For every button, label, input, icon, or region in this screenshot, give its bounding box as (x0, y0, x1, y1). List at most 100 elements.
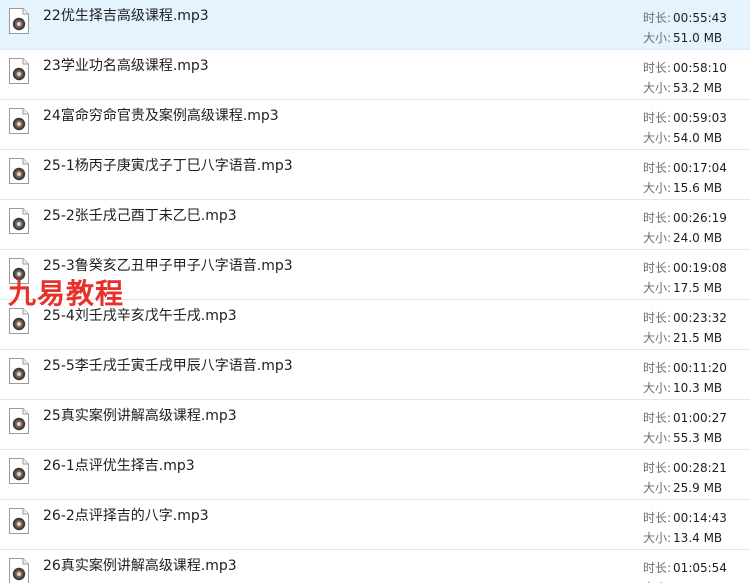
file-name: 22优生择吉高级课程.mp3 (43, 8, 209, 24)
file-size: 大小: 54.0 MB (643, 129, 722, 146)
size-value: 15.6 MB (673, 181, 723, 195)
file-size: 大小: 51.0 MB (643, 29, 722, 46)
file-row[interactable]: 25-4刘壬戌辛亥戊午壬戌.mp3 时长: 00:23:32 大小: 21.5 MB (0, 300, 750, 350)
duration-label: 时长: (643, 161, 672, 175)
size-label: 大小: (643, 81, 672, 95)
file-duration: 时长: 01:00:27 (643, 409, 727, 426)
duration-value: 00:14:43 (673, 511, 727, 525)
duration-value: 01:05:54 (673, 561, 727, 575)
duration-label: 时长: (643, 61, 672, 75)
file-name: 26-2点评择吉的八字.mp3 (43, 508, 209, 524)
file-name: 25-5李壬戌壬寅壬戌甲辰八字语音.mp3 (43, 358, 293, 374)
file-duration: 时长: 00:55:43 (643, 9, 727, 26)
duration-value: 00:23:32 (673, 311, 727, 325)
file-row[interactable]: 25真实案例讲解高级课程.mp3 时长: 01:00:27 大小: 55.3 MB (0, 400, 750, 450)
file-size: 大小: 25.9 MB (643, 479, 722, 496)
audio-file-icon (9, 108, 29, 134)
audio-file-icon (9, 458, 29, 484)
size-label: 大小: (643, 531, 672, 545)
size-value: 21.5 MB (673, 331, 723, 345)
file-name: 26真实案例讲解高级课程.mp3 (43, 558, 237, 574)
size-label: 大小: (643, 481, 672, 495)
size-label: 大小: (643, 431, 672, 445)
duration-value: 00:55:43 (673, 11, 727, 25)
audio-file-icon (9, 258, 29, 284)
file-size: 大小: 55.3 MB (643, 429, 722, 446)
duration-value: 00:19:08 (673, 261, 727, 275)
file-size: 大小: 10.3 MB (643, 379, 722, 396)
file-duration: 时长: 00:11:20 (643, 359, 727, 376)
duration-value: 00:26:19 (673, 211, 727, 225)
file-duration: 时长: 00:14:43 (643, 509, 727, 526)
size-value: 17.5 MB (673, 281, 723, 295)
duration-value: 00:58:10 (673, 61, 727, 75)
size-value: 25.9 MB (673, 481, 723, 495)
duration-label: 时长: (643, 511, 672, 525)
size-label: 大小: (643, 131, 672, 145)
file-size: 大小: (643, 579, 673, 583)
file-row[interactable]: 26真实案例讲解高级课程.mp3 时长:01:05:54 大小: (0, 550, 750, 583)
audio-file-icon (9, 58, 29, 84)
size-label: 大小: (643, 181, 672, 195)
duration-value: 01:00:27 (673, 411, 727, 425)
size-label: 大小: (643, 281, 672, 295)
file-name: 24富命穷命官贵及案例高级课程.mp3 (43, 108, 279, 124)
file-row[interactable]: 23学业功名高级课程.mp3 时长: 00:58:10 大小: 53.2 MB (0, 50, 750, 100)
file-name: 26-1点评优生择吉.mp3 (43, 458, 195, 474)
file-duration: 时长: 01:05:54 (643, 559, 727, 576)
size-value: 54.0 MB (673, 131, 723, 145)
duration-value: 00:59:03 (673, 111, 727, 125)
file-row[interactable]: 26-2点评择吉的八字.mp3 时长: 00:14:43 大小: 13.4 MB (0, 500, 750, 550)
file-duration: 时长: 00:23:32 (643, 309, 727, 326)
file-row[interactable]: 25-3鲁癸亥乙丑甲子甲子八字语音.mp3 时长: 00:19:08 大小: 17.… (0, 250, 750, 300)
audio-file-icon (9, 558, 29, 583)
file-duration: 时长: 00:28:21 (643, 459, 727, 476)
file-name: 25-1杨丙子庚寅戊子丁巳八字语音.mp3 (43, 158, 293, 174)
audio-file-icon (9, 308, 29, 334)
size-label: 大小: (643, 331, 672, 345)
duration-label: 时长: (643, 211, 672, 225)
audio-file-icon (9, 408, 29, 434)
file-row[interactable]: 22优生择吉高级课程.mp3 时长: 00:55:43 大小: 51.0 MB (0, 0, 750, 50)
file-duration: 时长: 00:26:19 (643, 209, 727, 226)
file-duration: 时长: 00:58:10 (643, 59, 727, 76)
file-size: 大小: 15.6 MB (643, 179, 722, 196)
size-value: 13.4 MB (673, 531, 723, 545)
size-value: 55.3 MB (673, 431, 723, 445)
file-duration: 时长: 00:19:08 (643, 259, 727, 276)
file-row[interactable]: 25-1杨丙子庚寅戊子丁巳八字语音.mp3 时长: 00:17:04 大小: 15.… (0, 150, 750, 200)
duration-label: 时长: (643, 261, 672, 275)
duration-label: 时长: (643, 361, 672, 375)
file-name: 23学业功名高级课程.mp3 (43, 58, 209, 74)
file-size: 大小: 21.5 MB (643, 329, 722, 346)
duration-label: 时长: (643, 411, 672, 425)
file-row[interactable]: 26-1点评优生择吉.mp3 时长: 00:28:21 大小: 25.9 MB (0, 450, 750, 500)
size-label: 大小: (643, 31, 672, 45)
file-duration: 时长: 00:17:04 (643, 159, 727, 176)
file-size: 大小: 53.2 MB (643, 79, 722, 96)
file-row[interactable]: 25-5李壬戌壬寅壬戌甲辰八字语音.mp3 时长: 00:11:20 大小: 10.… (0, 350, 750, 400)
size-value: 53.2 MB (673, 81, 723, 95)
file-duration: 时长: 00:59:03 (643, 109, 727, 126)
file-row[interactable]: 25-2张壬戌己酉丁未乙巳.mp3 时长: 00:26:19 大小: 24.0 MB (0, 200, 750, 250)
file-name: 25-3鲁癸亥乙丑甲子甲子八字语音.mp3 (43, 258, 293, 274)
file-row[interactable]: 24富命穷命官贵及案例高级课程.mp3 时长: 00:59:03 大小: 54.0 … (0, 100, 750, 150)
audio-file-icon (9, 8, 29, 34)
audio-file-icon (9, 158, 29, 184)
duration-value: 00:28:21 (673, 461, 727, 475)
file-size: 大小: 24.0 MB (643, 229, 722, 246)
file-name: 25真实案例讲解高级课程.mp3 (43, 408, 237, 424)
file-size: 大小: 17.5 MB (643, 279, 722, 296)
audio-file-icon (9, 208, 29, 234)
duration-value: 00:17:04 (673, 161, 727, 175)
size-label: 大小: (643, 231, 672, 245)
size-label: 大小: (643, 381, 672, 395)
size-value: 24.0 MB (673, 231, 723, 245)
duration-label: 时长: (643, 461, 672, 475)
audio-file-icon (9, 358, 29, 384)
duration-label: 时长: (643, 311, 672, 325)
duration-label: 时长: (643, 561, 672, 575)
file-size: 大小: 13.4 MB (643, 529, 722, 546)
duration-label: 时长: (643, 111, 672, 125)
file-name: 25-4刘壬戌辛亥戊午壬戌.mp3 (43, 308, 237, 324)
